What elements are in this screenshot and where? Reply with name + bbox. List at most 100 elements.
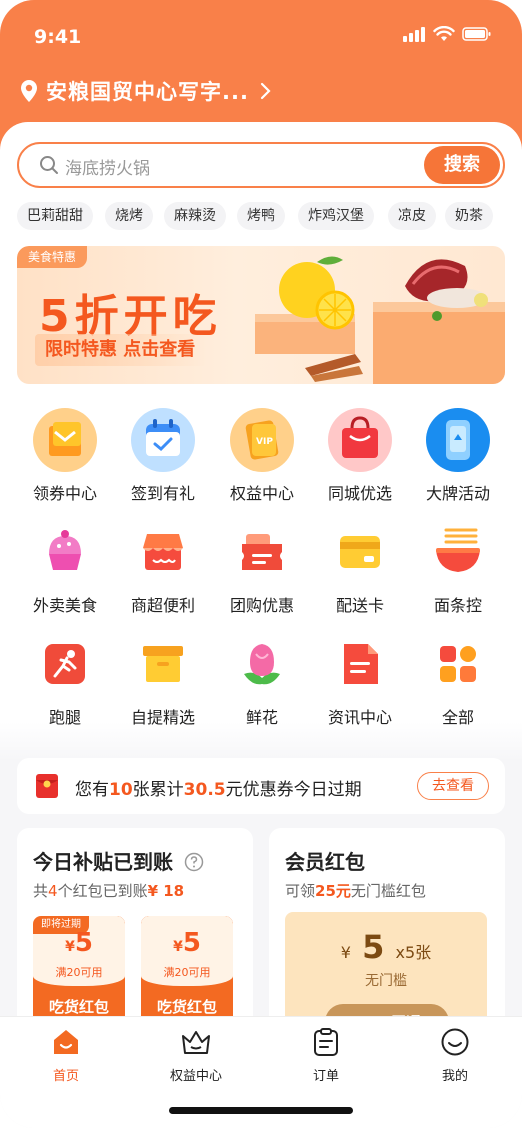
hot-tag[interactable]: 凉皮 [388, 202, 436, 230]
currency-symbol: ¥ [173, 939, 183, 955]
category-item[interactable]: 面条控 [408, 520, 508, 616]
currency-symbol: ¥ [340, 943, 351, 962]
phone-screen: 9:41 安粮国贸中心写字... 海底捞火锅 搜索 巴莉甜甜 烧烤 麻辣烫 烤鸭… [0, 0, 522, 1128]
subsidy-card[interactable]: 今日补贴已到账 共4个红包已到账¥ 18 即将过期 ¥5 满20可用 吃货红包 … [17, 828, 253, 1048]
box-icon [143, 646, 183, 682]
category-item[interactable]: 资讯中心 [310, 632, 410, 728]
member-coupon-count: x5张 [395, 943, 432, 962]
category-item[interactable]: VIP 权益中心 [212, 408, 312, 504]
hot-tag[interactable]: 烧烤 [105, 202, 153, 230]
category-label: 面条控 [433, 596, 482, 615]
tab-profile[interactable]: 我的 [405, 1027, 505, 1084]
category-item[interactable]: 鲜花 [212, 632, 312, 728]
coupon-notice-prefix: 您有 [75, 780, 109, 800]
smile-icon [441, 1028, 469, 1056]
document-icon [344, 644, 378, 684]
red-envelope-icon [36, 774, 58, 798]
search-icon [40, 156, 58, 174]
category-item[interactable]: 大牌活动 [408, 408, 508, 504]
search-input[interactable]: 海底捞火锅 [65, 154, 150, 179]
search-bar[interactable]: 海底捞火锅 搜索 [17, 142, 505, 188]
category-item[interactable]: 商超便利 [113, 520, 213, 616]
noodle-bowl-icon [436, 528, 480, 572]
subsidy-sub-prefix: 共 [33, 882, 49, 900]
subsidy-count: 4 [48, 882, 58, 900]
member-coupon-condition: 无门槛 [365, 973, 407, 989]
calendar-check-icon [131, 408, 195, 472]
member-subtitle: 可领25元无门槛红包 [285, 880, 426, 901]
signal-icon [403, 27, 425, 42]
category-label: 领券中心 [32, 484, 97, 503]
hot-tag[interactable]: 麻辣烫 [164, 202, 226, 230]
red-packet-amount: ¥5 [33, 928, 125, 958]
red-packet-condition: 满20可用 [163, 966, 211, 979]
wifi-icon [433, 26, 455, 41]
category-label: 权益中心 [229, 484, 294, 503]
tab-label: 权益中心 [169, 1069, 222, 1084]
subsidy-amount: ¥ 18 [147, 882, 185, 900]
red-packet-amount: ¥5 [141, 928, 233, 958]
category-item[interactable]: 团购优惠 [212, 520, 312, 616]
card-icon [340, 536, 380, 568]
brand-card-icon [426, 408, 490, 472]
member-sub-amount: 25元 [315, 882, 351, 900]
category-label: 同城优选 [327, 484, 392, 503]
vip-card-icon: VIP [230, 408, 294, 472]
category-item[interactable]: 签到有礼 [113, 408, 213, 504]
category-item[interactable]: 跑腿 [15, 632, 115, 728]
home-icon [54, 1030, 78, 1054]
tab-benefits[interactable]: 权益中心 [146, 1027, 246, 1084]
amount-value: 5 [74, 928, 93, 958]
category-label: 团购优惠 [229, 596, 294, 615]
status-icons [402, 26, 492, 42]
hot-tag[interactable]: 烤鸭 [237, 202, 285, 230]
search-button[interactable]: 搜索 [424, 146, 500, 184]
hot-tag[interactable]: 奶茶 [445, 202, 493, 230]
promo-banner[interactable]: 美食特惠 5折开吃 限时特惠 点击查看 [17, 246, 505, 384]
main-content: 海底捞火锅 搜索 巴莉甜甜 烧烤 麻辣烫 烤鸭 炸鸡汉堡 凉皮 奶茶 美食特惠 … [0, 122, 522, 1048]
category-label: 签到有礼 [130, 484, 195, 503]
view-coupons-button[interactable]: 去查看 [417, 772, 489, 800]
ticket-icon [242, 534, 282, 570]
category-label: 鲜花 [245, 708, 278, 727]
location-text: 安粮国贸中心写字... [46, 80, 249, 104]
member-sub-suffix: 无门槛红包 [350, 882, 426, 900]
tab-label: 订单 [312, 1069, 339, 1084]
subsidy-title: 今日补贴已到账 [33, 846, 204, 875]
category-item[interactable]: 配送卡 [310, 520, 410, 616]
red-packet-name: 吃货红包 [48, 998, 109, 1016]
flower-icon [244, 644, 280, 685]
hot-tag[interactable]: 炸鸡汉堡 [298, 202, 374, 230]
category-item[interactable]: 全部 [408, 632, 508, 728]
member-title: 会员红包 [285, 850, 365, 874]
location-selector[interactable]: 安粮国贸中心写字... [20, 76, 273, 106]
category-label: 商超便利 [130, 596, 195, 615]
category-label: 配送卡 [335, 596, 384, 615]
category-item[interactable]: 同城优选 [310, 408, 410, 504]
chevron-right-icon [260, 82, 271, 100]
tab-label: 首页 [52, 1069, 79, 1084]
category-label: 大牌活动 [425, 484, 490, 503]
tab-home[interactable]: 首页 [16, 1027, 116, 1084]
category-item[interactable]: 领券中心 [15, 408, 115, 504]
subsidy-title-text: 今日补贴已到账 [33, 850, 173, 874]
category-item[interactable]: 外卖美食 [15, 520, 115, 616]
hot-tags: 巴莉甜甜 烧烤 麻辣烫 烤鸭 炸鸡汉堡 凉皮 奶茶 [17, 202, 507, 230]
member-card[interactable]: 会员红包 可领25元无门槛红包 ¥ 5 x5张 无门槛 ¥ 10 开通 [269, 828, 505, 1048]
status-time: 9:41 [34, 26, 82, 48]
tab-label: 我的 [441, 1069, 468, 1084]
category-item[interactable]: 自提精选 [113, 632, 213, 728]
coupon-expiry-notice[interactable]: 您有10张累计30.5元优惠券今日过期 去查看 [17, 758, 505, 814]
help-icon[interactable] [184, 852, 204, 872]
crown-icon [182, 1031, 210, 1054]
hot-tag[interactable]: 巴莉甜甜 [17, 202, 93, 230]
subsidy-sub-mid: 个红包已到账 [57, 882, 148, 900]
subsidy-subtitle: 共4个红包已到账¥ 18 [33, 880, 184, 901]
coupon-amount: 30.5 [183, 780, 226, 800]
amount-value: 5 [362, 928, 385, 966]
tab-orders[interactable]: 订单 [276, 1027, 376, 1084]
category-label: 资讯中心 [327, 708, 392, 727]
red-packet-condition: 满20可用 [55, 966, 103, 979]
coupon-notice-mid: 张累计 [132, 780, 184, 800]
currency-symbol: ¥ [65, 939, 75, 955]
